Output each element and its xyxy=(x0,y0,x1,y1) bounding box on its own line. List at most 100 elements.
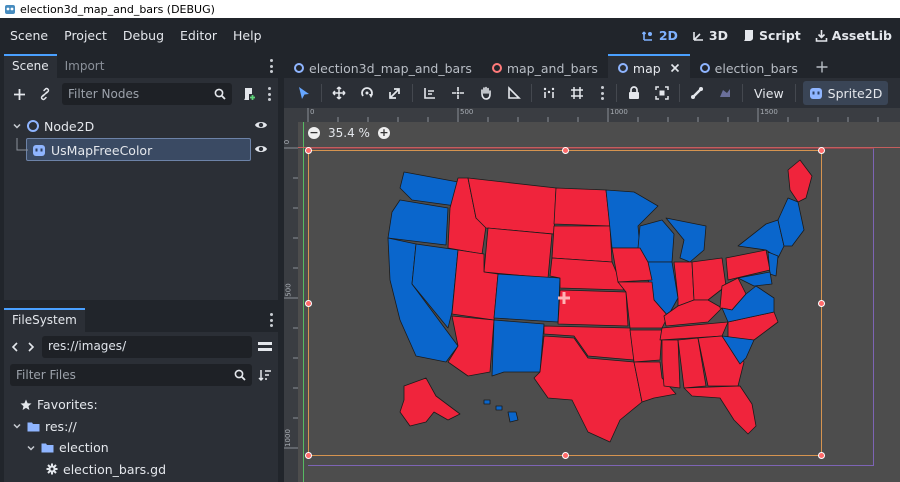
filter-files-input[interactable]: Filter Files xyxy=(10,364,252,386)
add-node-button[interactable] xyxy=(10,85,28,103)
resize-handle[interactable] xyxy=(305,147,312,154)
menu-scene[interactable]: Scene xyxy=(0,28,55,43)
fs-item-label: res:// xyxy=(45,418,77,434)
menu-help[interactable]: Help xyxy=(224,28,269,43)
filesystem-filter-row: Filter Files xyxy=(4,362,278,388)
chevron-left-icon[interactable] xyxy=(10,341,20,353)
pivot-crosshair-icon[interactable] xyxy=(558,292,570,304)
camera-override-button[interactable] xyxy=(711,81,739,105)
skeleton-button[interactable] xyxy=(683,81,711,105)
node-label: UsMapFreeColor xyxy=(51,142,153,158)
resize-handle[interactable] xyxy=(562,452,569,459)
tab-filesystem[interactable]: FileSystem xyxy=(4,308,85,332)
workspace-3d-button[interactable]: 3D xyxy=(692,28,728,43)
tab-election3d-map-and-bars[interactable]: election3d_map_and_bars xyxy=(284,54,482,78)
menu-editor[interactable]: Editor xyxy=(171,28,224,43)
node-label: Node2D xyxy=(44,118,95,134)
tree-row-node2d[interactable]: Node2D xyxy=(4,114,278,138)
ruler-tick-label: 0 xyxy=(284,139,292,145)
fs-row-election-bars-gd[interactable]: election_bars.gd xyxy=(4,459,278,481)
workspace-2d-label: 2D xyxy=(658,27,678,43)
sprite2d-menu-button[interactable]: Sprite2D xyxy=(802,81,889,105)
instance-scene-button[interactable] xyxy=(36,85,54,103)
filesystem-dock: FileSystem res://images/ Filter Files Fa… xyxy=(4,308,278,482)
chevron-down-icon[interactable] xyxy=(12,121,22,131)
resize-handle[interactable] xyxy=(818,300,825,307)
dock-menu-icon[interactable] xyxy=(268,313,274,327)
smart-snap-button[interactable] xyxy=(535,81,563,105)
scene-dock-tabs: Scene Import xyxy=(4,54,278,78)
window-titlebar: election3d_map_and_bars (DEBUG) xyxy=(0,0,900,18)
select-mode-button[interactable] xyxy=(290,81,318,105)
filter-nodes-input[interactable]: Filter Nodes xyxy=(62,83,232,105)
close-icon[interactable] xyxy=(670,63,680,73)
resize-handle[interactable] xyxy=(818,452,825,459)
list-view-icon[interactable] xyxy=(258,341,272,353)
zoom-out-button[interactable]: − xyxy=(308,127,320,139)
zoom-level[interactable]: 35.4 % xyxy=(328,126,370,140)
pan-mode-button[interactable] xyxy=(472,81,500,105)
move-mode-button[interactable] xyxy=(325,81,353,105)
plus-icon xyxy=(816,61,828,73)
fs-row-res-root[interactable]: res:// xyxy=(4,416,278,438)
grid-snap-button[interactable] xyxy=(563,81,591,105)
menu-bar: Scene Project Debug Editor Help 2D 3D Sc… xyxy=(0,18,900,52)
workspace-script-label: Script xyxy=(758,27,801,43)
tab-scene[interactable]: Scene xyxy=(4,54,57,78)
tab-map[interactable]: map xyxy=(607,54,690,78)
workspace-2d-button[interactable]: 2D xyxy=(641,27,678,43)
visibility-eye-icon[interactable] xyxy=(254,119,268,131)
workspace-assetlib-button[interactable]: AssetLib xyxy=(815,28,892,43)
zoom-in-button[interactable]: + xyxy=(377,127,390,139)
attach-script-button[interactable] xyxy=(240,85,258,103)
pointer-icon xyxy=(299,87,309,99)
resize-handle[interactable] xyxy=(818,147,825,154)
tab-import[interactable]: Import xyxy=(57,54,113,78)
snap-options-icon[interactable] xyxy=(597,86,607,100)
search-icon xyxy=(214,88,226,100)
node2d-icon xyxy=(294,63,304,73)
resize-handle[interactable] xyxy=(305,452,312,459)
chevron-right-icon[interactable] xyxy=(26,341,36,353)
fs-row-favorites[interactable]: Favorites: xyxy=(4,394,278,416)
chevron-down-icon[interactable] xyxy=(26,443,36,453)
fs-row-election-folder[interactable]: election xyxy=(4,437,278,459)
horizontal-ruler: 0 500 1000 1500 xyxy=(298,108,900,122)
group-button[interactable] xyxy=(648,81,676,105)
pivot-mode-button[interactable] xyxy=(444,81,472,105)
lock-button[interactable] xyxy=(620,81,648,105)
filesystem-dock-tabs: FileSystem xyxy=(4,308,278,332)
scale-mode-button[interactable] xyxy=(381,81,409,105)
ruler-mode-button[interactable] xyxy=(500,81,528,105)
scene-options-icon[interactable] xyxy=(266,87,272,101)
fs-item-label: election xyxy=(59,440,109,456)
move-icon xyxy=(332,86,346,100)
node2d-icon xyxy=(491,63,502,73)
assetlib-icon xyxy=(815,29,828,42)
dock-menu-icon[interactable] xyxy=(268,59,274,73)
canvas-viewport[interactable]: 0 500 1000 1500 0 500 1000 − 35.4 % + xyxy=(284,108,900,482)
tree-row-usmapfreecolor[interactable]: UsMapFreeColor xyxy=(4,138,278,162)
menu-project[interactable]: Project xyxy=(55,28,114,43)
rotate-icon xyxy=(361,87,373,98)
tree-connector-line xyxy=(16,138,28,151)
ruler-tick-label: 0 xyxy=(310,108,315,116)
rotate-mode-button[interactable] xyxy=(353,81,381,105)
visibility-eye-icon[interactable] xyxy=(254,143,268,155)
menu-debug[interactable]: Debug xyxy=(114,28,171,43)
list-select-button[interactable] xyxy=(416,81,444,105)
snap-icon xyxy=(543,87,555,98)
scene-tab-label: election_bars xyxy=(714,60,798,76)
filesystem-path-input[interactable]: res://images/ xyxy=(42,336,252,358)
sort-icon[interactable] xyxy=(258,368,272,382)
resize-handle[interactable] xyxy=(562,147,569,154)
workspace-script-button[interactable]: Script xyxy=(742,28,801,43)
view-menu-button[interactable]: View xyxy=(746,86,792,101)
add-scene-tab-button[interactable] xyxy=(808,56,836,78)
chevron-down-icon[interactable] xyxy=(12,421,22,431)
resize-handle[interactable] xyxy=(305,300,312,307)
tab-election-bars[interactable]: election_bars xyxy=(690,54,808,78)
ruler-tick-label: 1000 xyxy=(284,429,292,447)
tab-map-and-bars[interactable]: map_and_bars xyxy=(482,54,608,78)
filter-nodes-placeholder: Filter Nodes xyxy=(68,87,140,101)
